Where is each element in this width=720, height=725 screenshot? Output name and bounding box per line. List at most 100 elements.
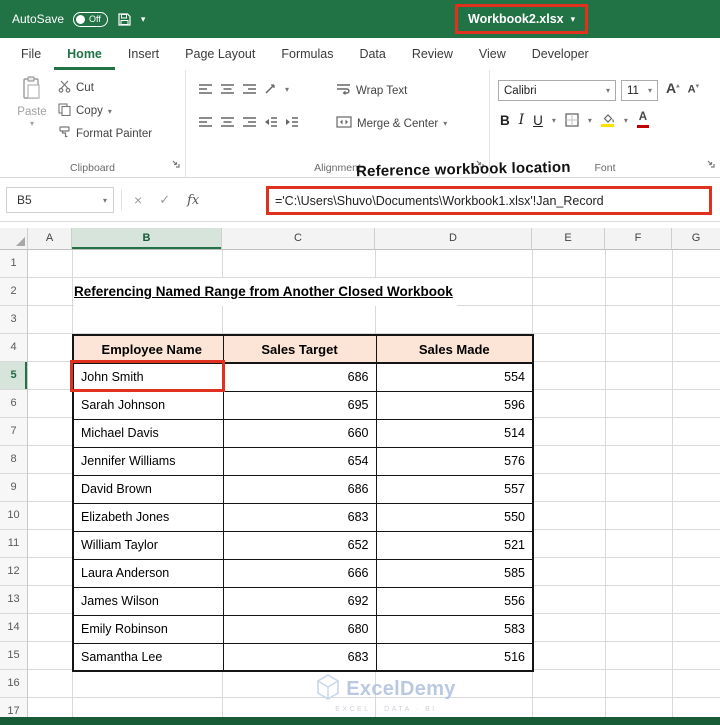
fill-color-caret-icon[interactable]: ▾	[624, 116, 628, 125]
format-painter-button[interactable]: Format Painter	[58, 126, 152, 142]
merge-center-button[interactable]: Merge & Center ▾	[336, 116, 447, 131]
cell-target[interactable]: 683	[223, 503, 376, 531]
column-header-e[interactable]: E	[532, 228, 605, 250]
sheet-title-cell[interactable]: Referencing Named Range from Another Clo…	[74, 278, 457, 306]
align-left-icon[interactable]	[198, 116, 213, 128]
orientation-caret-icon[interactable]: ▾	[285, 85, 289, 94]
underline-caret-icon[interactable]: ▾	[552, 116, 556, 125]
orientation-icon[interactable]	[264, 83, 278, 95]
borders-caret-icon[interactable]: ▾	[588, 116, 592, 125]
italic-button[interactable]: I	[519, 112, 524, 128]
fill-color-button[interactable]	[601, 113, 615, 127]
select-all-corner[interactable]	[0, 228, 28, 250]
decrease-indent-icon[interactable]	[264, 116, 278, 128]
shrink-font-icon[interactable]: A▾	[688, 82, 699, 96]
save-options-caret-icon[interactable]: ▾	[141, 14, 146, 25]
cell-target[interactable]: 654	[223, 447, 376, 475]
cell-target[interactable]: 666	[223, 559, 376, 587]
tab-home[interactable]: Home	[54, 38, 115, 70]
cell-made[interactable]: 521	[376, 531, 533, 559]
name-box[interactable]: B5 ▾	[6, 187, 114, 213]
paste-caret-icon[interactable]: ▾	[30, 119, 34, 128]
cell-target[interactable]: 686	[223, 363, 376, 391]
column-header-d[interactable]: D	[375, 228, 532, 250]
cell-made[interactable]: 583	[376, 615, 533, 643]
row-header-10[interactable]: 10	[0, 502, 27, 530]
column-header-f[interactable]: F	[605, 228, 672, 250]
row-header-15[interactable]: 15	[0, 642, 27, 670]
cell-name[interactable]: Jennifer Williams	[73, 447, 223, 475]
cut-button[interactable]: Cut	[58, 80, 152, 96]
cell-made[interactable]: 554	[376, 363, 533, 391]
row-header-5[interactable]: 5	[0, 362, 27, 390]
row-header-9[interactable]: 9	[0, 474, 27, 502]
grow-font-icon[interactable]: A▴	[666, 80, 680, 96]
enter-icon[interactable]: ✓	[159, 192, 170, 208]
row-header-13[interactable]: 13	[0, 586, 27, 614]
align-center-icon[interactable]	[220, 116, 235, 128]
align-bottom-icon[interactable]	[242, 83, 257, 95]
column-header-g[interactable]: G	[672, 228, 720, 250]
cell-made[interactable]: 576	[376, 447, 533, 475]
cell-made[interactable]: 585	[376, 559, 533, 587]
row-header-2[interactable]: 2	[0, 278, 27, 306]
header-sales-made[interactable]: Sales Made	[376, 335, 533, 363]
cell-target[interactable]: 686	[223, 475, 376, 503]
cell-name[interactable]: Michael Davis	[73, 419, 223, 447]
cell-name[interactable]: Sarah Johnson	[73, 391, 223, 419]
tab-insert[interactable]: Insert	[115, 38, 172, 70]
name-box-caret-icon[interactable]: ▾	[103, 196, 113, 205]
copy-button[interactable]: Copy ▾	[58, 103, 152, 119]
tab-file[interactable]: File	[8, 38, 54, 70]
row-header-16[interactable]: 16	[0, 670, 27, 698]
column-header-c[interactable]: C	[222, 228, 375, 250]
row-header-6[interactable]: 6	[0, 390, 27, 418]
font-dialog-launcher-icon[interactable]	[706, 155, 715, 173]
cancel-icon[interactable]: ×	[134, 192, 142, 208]
cell-name[interactable]: Emily Robinson	[73, 615, 223, 643]
cell-made[interactable]: 514	[376, 419, 533, 447]
font-name-select[interactable]: Calibri ▾	[498, 80, 616, 101]
formula-input[interactable]: ='C:\Users\Shuvo\Documents\Workbook1.xls…	[269, 194, 604, 208]
borders-icon[interactable]	[565, 113, 579, 127]
row-header-8[interactable]: 8	[0, 446, 27, 474]
cell-made[interactable]: 550	[376, 503, 533, 531]
row-header-7[interactable]: 7	[0, 418, 27, 446]
cell-target[interactable]: 692	[223, 587, 376, 615]
alignment-dialog-launcher-icon[interactable]	[475, 155, 484, 173]
cell-made[interactable]: 596	[376, 391, 533, 419]
cell-name[interactable]: James Wilson	[73, 587, 223, 615]
align-right-icon[interactable]	[242, 116, 257, 128]
align-top-icon[interactable]	[198, 83, 213, 95]
column-header-a[interactable]: A	[28, 228, 72, 250]
workbook-title[interactable]: Workbook2.xlsx ▾	[455, 4, 588, 34]
tab-review[interactable]: Review	[399, 38, 466, 70]
cells-grid[interactable]: Referencing Named Range from Another Clo…	[28, 250, 720, 725]
row-header-12[interactable]: 12	[0, 558, 27, 586]
font-color-button[interactable]: A	[637, 112, 649, 128]
tab-page-layout[interactable]: Page Layout	[172, 38, 268, 70]
tab-view[interactable]: View	[466, 38, 519, 70]
paste-button[interactable]: Paste ▾	[10, 76, 54, 128]
cell-made[interactable]: 557	[376, 475, 533, 503]
cell-target[interactable]: 680	[223, 615, 376, 643]
cell-target[interactable]: 683	[223, 643, 376, 671]
cell-name[interactable]: David Brown	[73, 475, 223, 503]
bold-button[interactable]: B	[500, 113, 510, 128]
row-header-4[interactable]: 4	[0, 334, 27, 362]
cell-name[interactable]: Samantha Lee	[73, 643, 223, 671]
cell-name[interactable]: Laura Anderson	[73, 559, 223, 587]
cell-name[interactable]: John Smith	[73, 363, 223, 391]
merge-center-caret-icon[interactable]: ▾	[443, 119, 447, 128]
cell-made[interactable]: 516	[376, 643, 533, 671]
copy-caret-icon[interactable]: ▾	[108, 107, 112, 116]
row-header-1[interactable]: 1	[0, 250, 27, 278]
cell-made[interactable]: 556	[376, 587, 533, 615]
tab-formulas[interactable]: Formulas	[268, 38, 346, 70]
increase-indent-icon[interactable]	[285, 116, 299, 128]
row-header-3[interactable]: 3	[0, 306, 27, 334]
cell-target[interactable]: 660	[223, 419, 376, 447]
header-employee-name[interactable]: Employee Name	[73, 335, 223, 363]
save-icon[interactable]	[117, 12, 132, 27]
clipboard-dialog-launcher-icon[interactable]	[171, 155, 180, 173]
